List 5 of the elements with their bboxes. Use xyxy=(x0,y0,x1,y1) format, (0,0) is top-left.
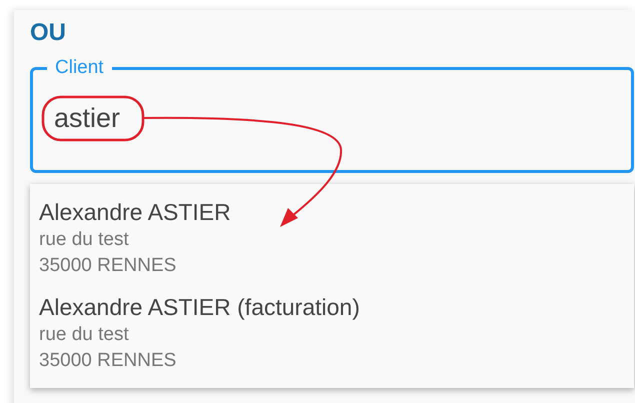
suggestion-item[interactable]: Alexandre ASTIER rue du test 35000 RENNES xyxy=(30,190,634,285)
suggestion-item[interactable]: Alexandre ASTIER (facturation) rue du test 35000 RENNES xyxy=(30,285,634,380)
client-field[interactable]: Client astier xyxy=(30,59,634,173)
section-title: OU xyxy=(30,18,67,48)
client-input[interactable]: astier xyxy=(45,103,454,134)
